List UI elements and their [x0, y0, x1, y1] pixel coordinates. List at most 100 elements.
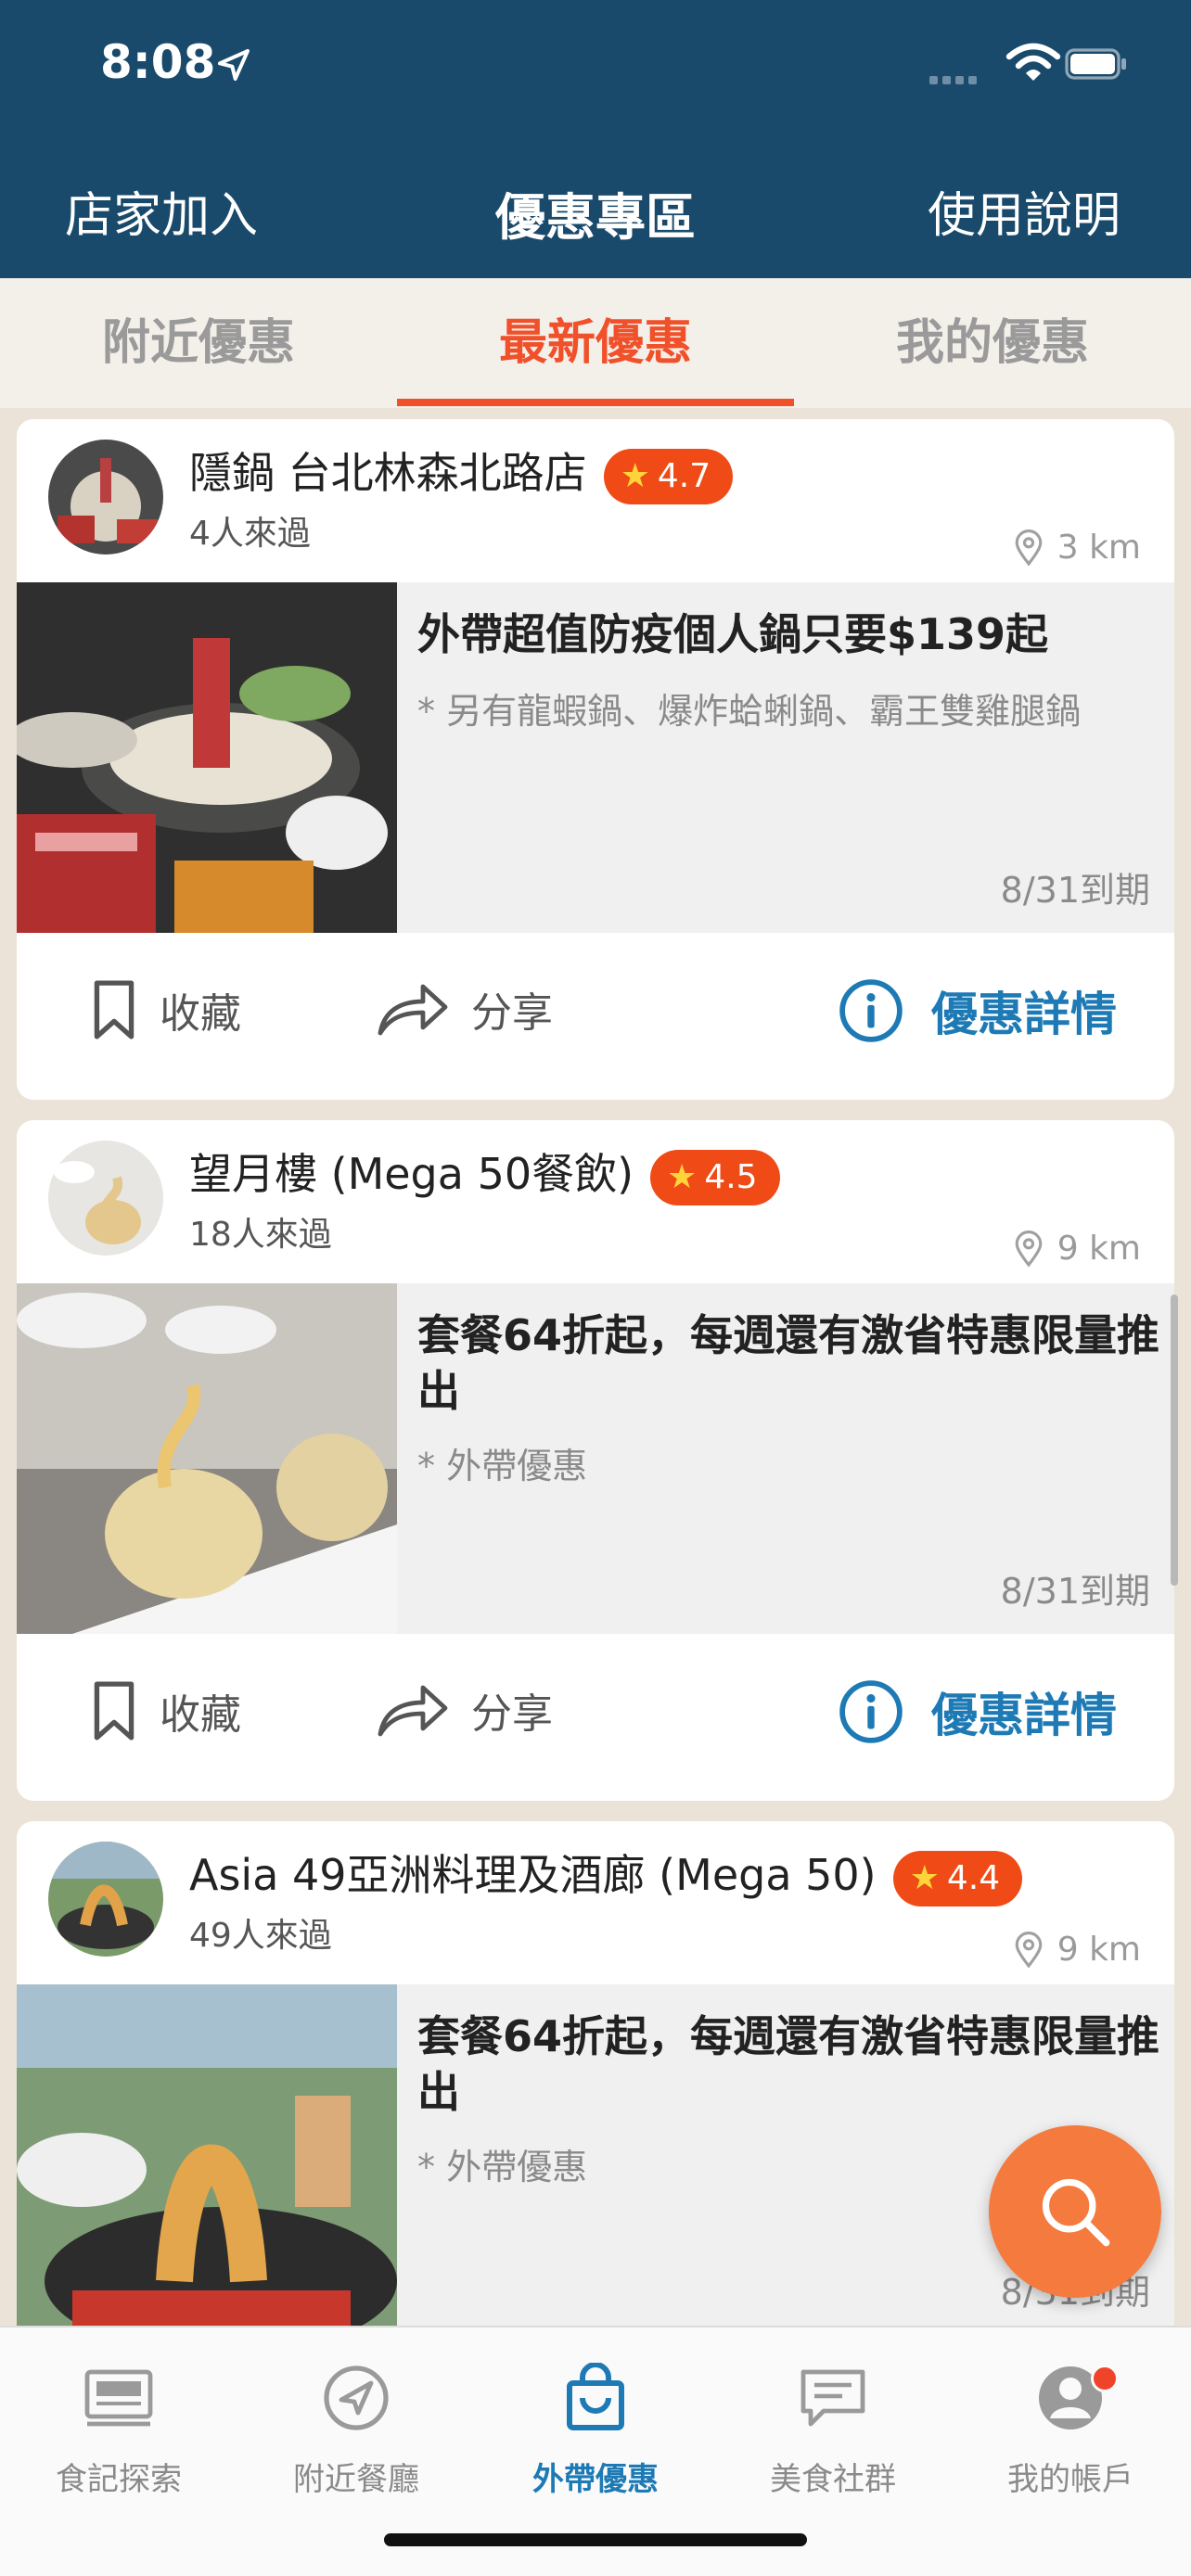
- deal-content[interactable]: 套餐64折起，每週還有激省特惠限量推出 * 外帶優惠 8/31到期: [17, 1984, 1174, 2335]
- share-icon: [378, 984, 448, 1036]
- deal-content[interactable]: 套餐64折起，每週還有激省特惠限量推出 * 外帶優惠 8/31到期: [17, 1283, 1174, 1634]
- distance-value: 9 km: [1057, 1230, 1141, 1268]
- active-tab-indicator: [397, 399, 794, 406]
- store-avatar[interactable]: [48, 1141, 163, 1256]
- scrollbar[interactable]: [1171, 1294, 1178, 1586]
- deal-content[interactable]: 外帶超值防疫個人鍋只要$139起 * 另有龍蝦鍋、爆炸蛤蜊鍋、霸王雙雞腿鍋 8/…: [17, 582, 1174, 933]
- store-name[interactable]: 隱鍋 台北林森北路店: [189, 448, 587, 498]
- tab-food-community[interactable]: 美食社群: [714, 2353, 952, 2499]
- distance: 9 km: [1013, 1230, 1141, 1268]
- rating-badge: ★ 4.4: [892, 1850, 1023, 1906]
- save-label: 收藏: [160, 1691, 241, 1739]
- info-icon: [839, 1680, 903, 1743]
- deal-detail-button[interactable]: 優惠詳情: [839, 977, 1117, 1044]
- app-root: 8:08 店家加入 優惠專區 使用說明 附近優惠 最新優惠 我的優惠 隱鍋 台北…: [0, 0, 1191, 2576]
- distance-value: 3 km: [1057, 529, 1141, 567]
- card-header: 隱鍋 台北林森北路店 ★ 4.7 4人來過 3 km: [17, 419, 1174, 582]
- deal-photo[interactable]: [17, 1984, 397, 2335]
- rating-value: 4.5: [704, 1158, 758, 1196]
- store-name-row: 隱鍋 台北林森北路店 ★ 4.7: [189, 440, 734, 504]
- card-header: Asia 49亞洲料理及酒廊 (Mega 50) ★ 4.4 49人來過 9 km: [17, 1821, 1174, 1984]
- location-pin-icon: [1015, 1931, 1043, 1969]
- chat-icon: [800, 2369, 865, 2427]
- deal-detail-label: 優惠詳情: [931, 1689, 1117, 1742]
- deal-card[interactable]: 望月樓 (Mega 50餐飲) ★ 4.5 18人來過 9 km 套餐64折起，每週…: [17, 1120, 1174, 1801]
- battery-icon: [1065, 48, 1126, 80]
- deal-card[interactable]: 隱鍋 台北林森北路店 ★ 4.7 4人來過 3 km 外帶超值防疫個人鍋只要$139…: [17, 419, 1174, 1100]
- location-pin-icon: [1015, 1230, 1043, 1268]
- save-label: 收藏: [160, 990, 241, 1038]
- deal-subtitle: * 外帶優惠: [417, 1446, 588, 1486]
- nav-bar: 店家加入 優惠專區 使用說明: [0, 176, 1191, 247]
- star-icon: ★: [620, 457, 650, 495]
- deal-expiry: 8/31到期: [1000, 1571, 1150, 1612]
- shopping-bag-icon: [567, 2363, 624, 2430]
- store-name-row: Asia 49亞洲料理及酒廊 (Mega 50) ★ 4.4: [189, 1842, 1023, 1906]
- card-actions: 收藏 分享 優惠詳情: [17, 933, 1174, 1100]
- tab-nearby-deals[interactable]: 附近優惠: [0, 278, 397, 408]
- tab-label: 美食社群: [770, 2461, 896, 2498]
- tab-label: 食記探索: [56, 2461, 182, 2498]
- tab-nearby-restaurants[interactable]: 附近餐廳: [237, 2353, 475, 2499]
- share-label: 分享: [471, 989, 553, 1037]
- deal-expiry: 8/31到期: [1000, 870, 1150, 911]
- card-actions: 收藏 分享 優惠詳情: [17, 1634, 1174, 1801]
- star-icon: ★: [909, 1859, 940, 1897]
- deal-title: 套餐64折起，每週還有激省特惠限量推出: [417, 1310, 1160, 1416]
- deal-subtitle: * 另有龍蝦鍋、爆炸蛤蜊鍋、霸王雙雞腿鍋: [417, 691, 1082, 732]
- star-icon: ★: [667, 1158, 698, 1196]
- tab-label: 我的帳戶: [1007, 2461, 1133, 2498]
- visit-count: 49人來過: [189, 1917, 332, 1955]
- store-avatar[interactable]: [48, 440, 163, 555]
- visit-count: 18人來過: [189, 1216, 332, 1254]
- status-bar: 8:08: [0, 35, 1191, 100]
- save-button[interactable]: 收藏: [91, 1680, 241, 1741]
- bookmark-icon: [94, 980, 134, 1039]
- tab-my-account[interactable]: 我的帳戶: [952, 2353, 1189, 2499]
- location-pin-icon: [1015, 529, 1043, 567]
- share-label: 分享: [471, 1690, 553, 1738]
- tab-label: 附近餐廳: [293, 2461, 419, 2498]
- newspaper-icon: [84, 2369, 153, 2427]
- location-arrow-icon: [218, 49, 250, 81]
- store-name[interactable]: 望月樓 (Mega 50餐飲): [189, 1149, 634, 1199]
- rating-badge: ★ 4.7: [603, 448, 734, 504]
- status-time: 8:08: [100, 35, 216, 89]
- search-fab-button[interactable]: [989, 2125, 1161, 2298]
- rating-badge: ★ 4.5: [650, 1149, 780, 1205]
- instructions-button[interactable]: 使用說明: [928, 176, 1121, 246]
- tab-my-deals[interactable]: 我的優惠: [794, 278, 1191, 408]
- notification-badge: [1091, 2365, 1119, 2392]
- home-indicator: [384, 2533, 807, 2546]
- cellular-signal-icon: [929, 70, 981, 88]
- visit-count: 4人來過: [189, 515, 311, 553]
- search-icon: [1042, 2178, 1110, 2247]
- deal-title: 套餐64折起，每週還有激省特惠限量推出: [417, 2011, 1160, 2117]
- store-name[interactable]: Asia 49亞洲料理及酒廊 (Mega 50): [189, 1850, 877, 1900]
- rating-value: 4.7: [657, 457, 711, 495]
- info-icon: [839, 979, 903, 1042]
- tab-latest-deals[interactable]: 最新優惠: [397, 278, 794, 408]
- tab-label: 外帶優惠: [532, 2461, 659, 2498]
- compass-icon: [324, 2366, 389, 2430]
- store-avatar[interactable]: [48, 1842, 163, 1957]
- share-button[interactable]: 分享: [375, 1680, 553, 1740]
- deal-detail-label: 優惠詳情: [931, 988, 1117, 1041]
- deal-photo[interactable]: [17, 1283, 397, 1634]
- distance: 3 km: [1013, 529, 1141, 567]
- tab-food-explore[interactable]: 食記探索: [0, 2353, 237, 2499]
- store-name-row: 望月樓 (Mega 50餐飲) ★ 4.5: [189, 1141, 780, 1205]
- distance-value: 9 km: [1057, 1931, 1141, 1969]
- share-icon: [378, 1685, 448, 1737]
- bookmark-icon: [94, 1681, 134, 1741]
- save-button[interactable]: 收藏: [91, 979, 241, 1040]
- deal-photo[interactable]: [17, 582, 397, 933]
- share-button[interactable]: 分享: [375, 979, 553, 1039]
- app-header: 8:08 店家加入 優惠專區 使用說明: [0, 0, 1191, 278]
- tab-takeout-deals[interactable]: 外帶優惠: [477, 2353, 714, 2499]
- deal-tabs: 附近優惠 最新優惠 我的優惠: [0, 278, 1191, 408]
- deal-title: 外帶超值防疫個人鍋只要$139起: [417, 609, 1049, 659]
- rating-value: 4.4: [946, 1859, 1001, 1897]
- deal-card[interactable]: Asia 49亞洲料理及酒廊 (Mega 50) ★ 4.4 49人來過 9 km …: [17, 1821, 1174, 2378]
- deal-detail-button[interactable]: 優惠詳情: [839, 1678, 1117, 1745]
